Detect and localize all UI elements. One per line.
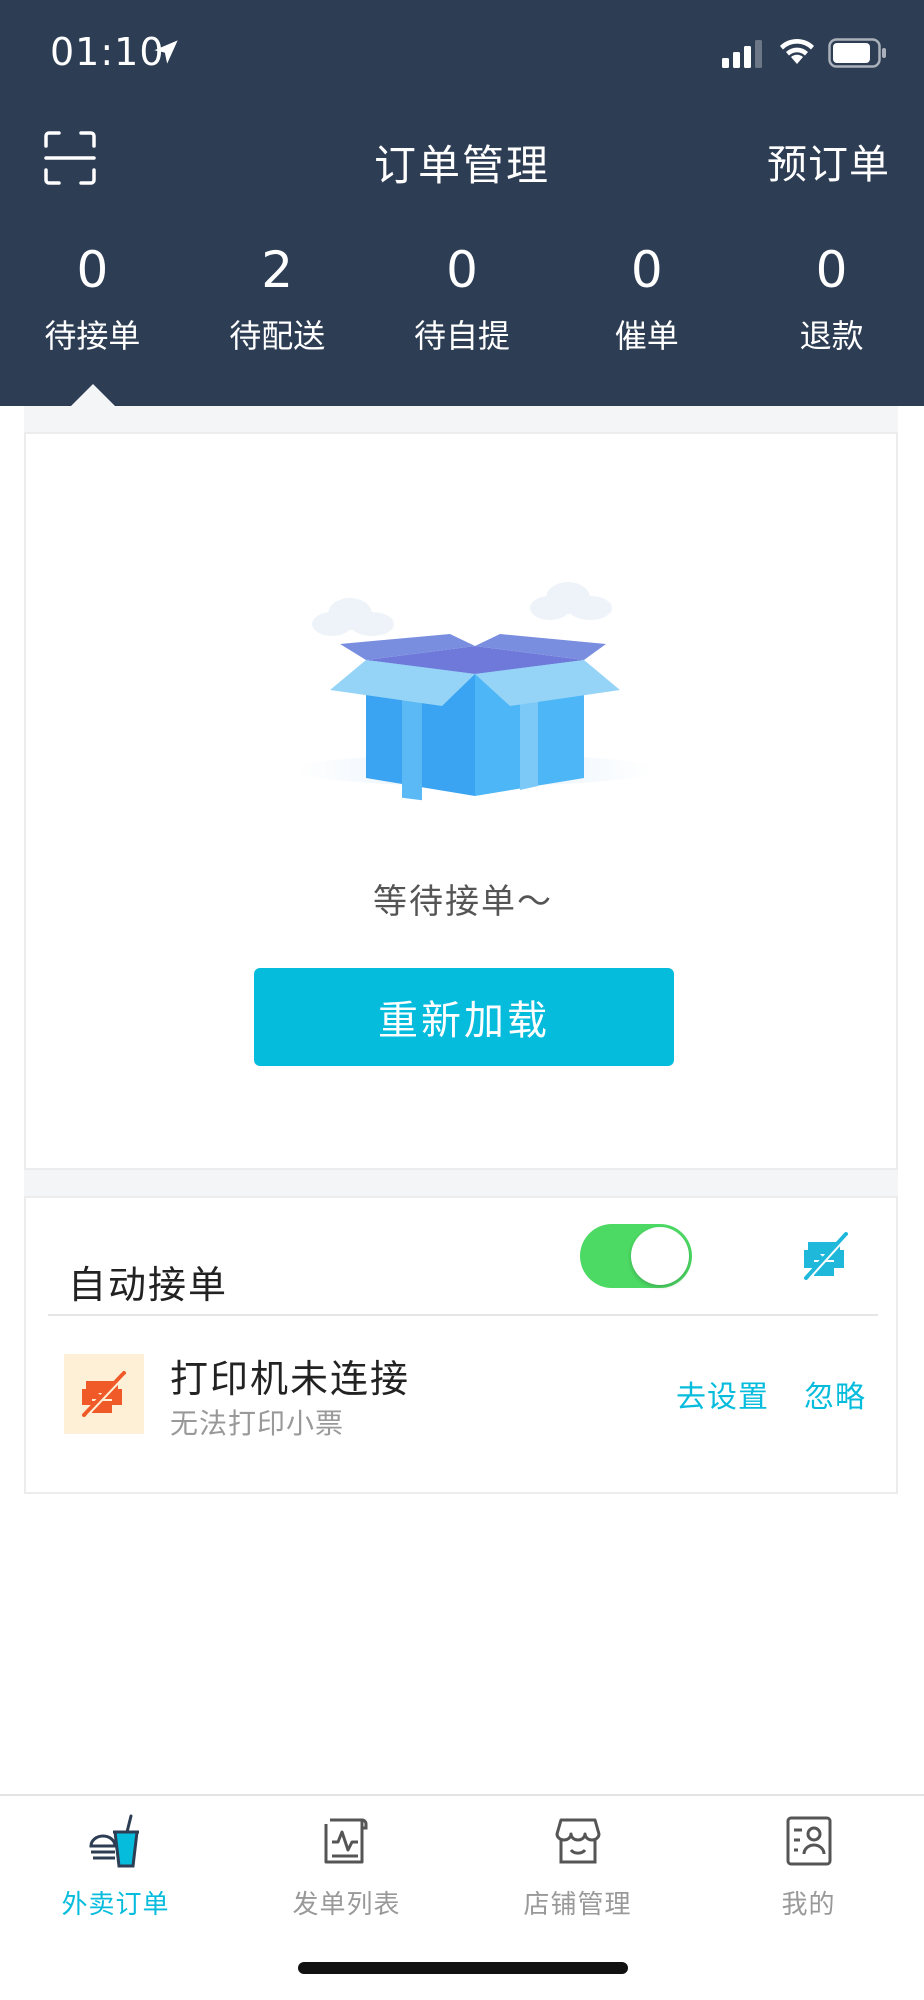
nav-takeout-orders[interactable]: 外卖订单 xyxy=(0,1812,231,1921)
section-gap xyxy=(24,1170,898,1196)
tab-label: 待配送 xyxy=(229,317,326,355)
auto-accept-label: 自动接单 xyxy=(68,1263,229,1307)
status-time: 01:10 xyxy=(50,30,165,74)
printer-ignore-link[interactable]: 忽略 xyxy=(804,1372,866,1416)
tab-count: 0 xyxy=(446,241,478,299)
printer-warning-tile xyxy=(64,1354,144,1434)
dispatch-list-icon xyxy=(324,1818,367,1864)
takeout-order-icon xyxy=(88,1814,139,1868)
nav-label: 店铺管理 xyxy=(523,1890,632,1920)
tab-pending-pickup[interactable]: 0 待自提 xyxy=(370,240,555,370)
printer-status-subtitle: 无法打印小票 xyxy=(170,1407,345,1440)
nav-label: 发单列表 xyxy=(292,1890,401,1920)
nav-label: 我的 xyxy=(781,1890,836,1920)
profile-icon xyxy=(786,1816,831,1866)
tab-refunds[interactable]: 0 退款 xyxy=(739,240,924,370)
nav-store-management[interactable]: 店铺管理 xyxy=(462,1812,693,1921)
nav-label: 外卖订单 xyxy=(61,1890,170,1920)
reload-button[interactable]: 重新加载 xyxy=(254,968,674,1066)
home-indicator xyxy=(298,1962,628,1974)
order-status-tabs: 0 待接单 2 待配送 0 待自提 0 催单 0 退款 xyxy=(0,240,924,370)
empty-message: 等待接单～ xyxy=(373,882,553,922)
wifi-icon xyxy=(780,38,814,64)
printer-disconnected-icon[interactable] xyxy=(800,1228,852,1282)
store-icon xyxy=(555,1818,600,1864)
tab-reminders[interactable]: 0 催单 xyxy=(554,240,739,370)
tab-label: 催单 xyxy=(614,317,679,355)
nav-profile[interactable]: 我的 xyxy=(693,1812,924,1921)
active-tab-indicator xyxy=(71,384,115,406)
tab-label: 待自提 xyxy=(413,317,510,355)
top-spacer xyxy=(24,406,898,432)
printer-settings-link[interactable]: 去设置 xyxy=(676,1372,769,1416)
auto-accept-toggle[interactable] xyxy=(580,1224,692,1288)
location-arrow-icon xyxy=(154,40,178,64)
empty-state-card: 等待接单～ 重新加载 xyxy=(24,432,898,1170)
nav-dispatch-list[interactable]: 发单列表 xyxy=(231,1812,462,1921)
settings-card: 自动接单 打印机未连接 无法打印小票 去设置 忽略 xyxy=(24,1196,898,1494)
signal-icon xyxy=(722,40,762,68)
divider xyxy=(48,1314,878,1316)
tab-label: 待接单 xyxy=(44,317,141,355)
tab-count: 0 xyxy=(630,241,663,299)
empty-box-illustration xyxy=(295,582,655,801)
printer-status-title: 打印机未连接 xyxy=(170,1357,411,1401)
battery-icon xyxy=(828,38,886,68)
tab-pending-accept[interactable]: 0 待接单 xyxy=(0,240,185,370)
preorder-button[interactable]: 预订单 xyxy=(767,132,890,190)
toggle-knob xyxy=(631,1227,689,1285)
printer-warning-icon xyxy=(82,1371,127,1417)
header: 01:10 订单管理 预订单 0 待接单 2 待配送 0 待自提 0 催单 0 … xyxy=(0,0,924,406)
tab-count: 0 xyxy=(76,241,109,299)
tab-count: 0 xyxy=(815,241,848,299)
status-bar: 01:10 xyxy=(0,0,924,110)
tab-count: 2 xyxy=(261,241,294,299)
tab-pending-delivery[interactable]: 2 待配送 xyxy=(185,240,370,370)
tab-label: 退款 xyxy=(799,317,864,355)
